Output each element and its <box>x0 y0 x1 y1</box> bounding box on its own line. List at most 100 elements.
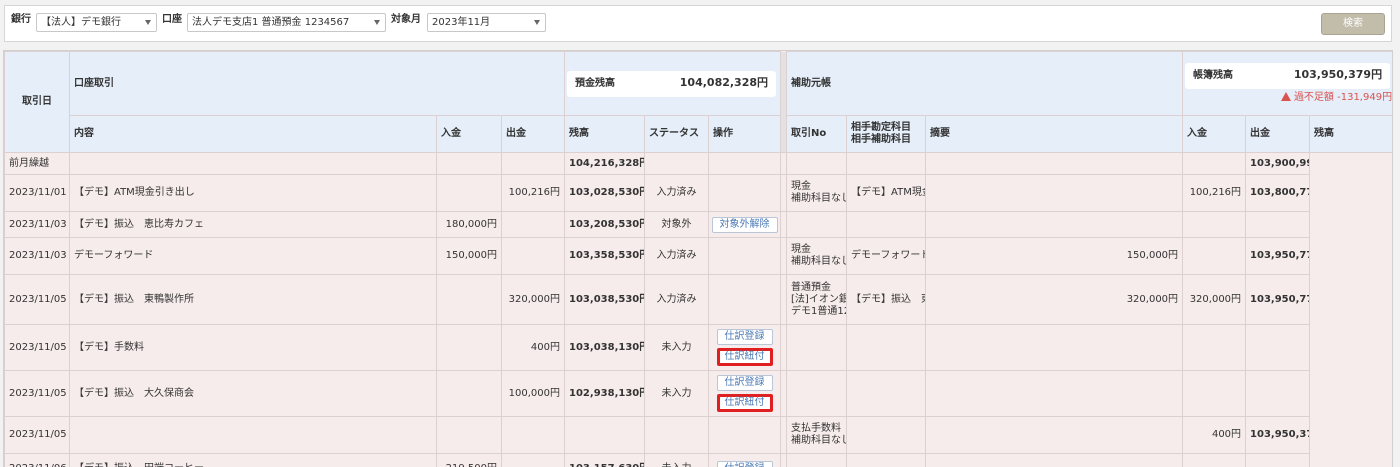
link-journal-button[interactable]: 仕訳紐付 <box>716 348 773 366</box>
col-header-r-out: 出金 <box>1245 115 1311 153</box>
account-select[interactable]: 法人デモ支店1 普通預金 1234567 <box>187 13 386 32</box>
month-select[interactable]: 2023年11月 <box>427 13 546 32</box>
chevron-down-icon <box>374 20 380 25</box>
row-status: 対象外 <box>644 211 710 238</box>
row-balance <box>564 416 646 454</box>
deposit-balance-box: 預金残高 104,082,328円 <box>567 70 777 97</box>
book-balance-box: 帳簿残高 103,950,379円 <box>1185 63 1391 89</box>
row-r-out <box>1182 324 1247 371</box>
shortage-warning-text: 過不足額 -131,949円 <box>1293 92 1393 103</box>
account-select-value: 法人デモ支店1 普通預金 1234567 <box>192 17 350 28</box>
row-status <box>644 152 710 175</box>
row-in: 219,500円 <box>436 453 502 467</box>
col-header-balance: 残高 <box>564 115 646 153</box>
row-counter-account <box>786 324 848 371</box>
book-balance-label: 帳簿残高 <box>1193 70 1234 81</box>
row-counter-account: 普通預金[法]イオン銀行デモ1普通12345 <box>786 274 848 325</box>
row-date: 2023/11/06 <box>4 453 70 467</box>
row-r-out <box>1182 370 1247 417</box>
row-out <box>500 453 566 467</box>
date-header: 取引日 <box>4 51 70 153</box>
row-r-out <box>1182 453 1247 467</box>
deposit-balance-label: 預金残高 <box>575 77 616 89</box>
row-status: 入力済み <box>644 174 710 212</box>
row-content: 【デモ】振込 東鴨製作所 <box>69 274 437 325</box>
row-r-in: 320,000円 <box>925 274 1184 325</box>
link-journal-button[interactable]: 仕訳紐付 <box>716 394 773 412</box>
row-status: 未入力 <box>644 370 710 417</box>
row-out: 100,000円 <box>500 370 566 417</box>
row-in <box>436 370 502 417</box>
register-journal-button[interactable]: 仕訳登録 <box>716 329 773 345</box>
register-journal-button[interactable]: 仕訳登録 <box>716 375 773 391</box>
month-select-value: 2023年11月 <box>432 17 491 28</box>
row-r-out: 320,000円 <box>1182 274 1247 325</box>
counter-account-line: 現金 <box>791 181 812 192</box>
chevron-down-icon <box>534 20 540 25</box>
row-counter-account <box>786 152 848 175</box>
row-r-balance <box>1245 324 1311 371</box>
row-r-in <box>925 370 1184 417</box>
col-header-r-in: 入金 <box>1182 115 1247 153</box>
row-balance: 103,038,530円 <box>564 274 646 325</box>
row-memo <box>846 416 927 454</box>
month-label: 対象月 <box>391 14 421 25</box>
right-section-title: 補助元帳 <box>786 51 1184 116</box>
unexclude-button[interactable]: 対象外解除 <box>711 216 778 233</box>
row-date: 2023/11/03 <box>4 237 70 275</box>
table-row: 2023/11/05163支払手数料補助科目なし400円103,950,379円 <box>4 416 1393 454</box>
col-header-content: 内容 <box>69 115 437 153</box>
row-in <box>436 416 502 454</box>
row-content: 【デモ】手数料 <box>69 324 437 371</box>
deposit-balance-cell: 預金残高 104,082,328円 <box>564 51 782 116</box>
row-out: 100,216円 <box>500 174 566 212</box>
bank-select[interactable]: 【法人】デモ銀行 <box>36 13 157 32</box>
search-button[interactable]: 検索 <box>1321 13 1385 35</box>
row-ops: 対象外解除 <box>708 211 782 238</box>
col-header-r-balance: 残高 <box>1309 115 1392 153</box>
row-status: 入力済み <box>644 274 710 325</box>
col-header-status: ステータス <box>644 115 710 153</box>
row-r-in <box>925 416 1184 454</box>
chevron-down-icon <box>145 20 151 25</box>
account-label: 口座 <box>162 14 182 25</box>
row-in <box>436 274 502 325</box>
row-content: 【デモ】ATM現金引き出し <box>69 174 437 212</box>
row-date: 2023/11/05 <box>4 324 70 371</box>
row-in <box>436 152 502 175</box>
row-r-out: 100,216円 <box>1182 174 1247 212</box>
row-out <box>500 152 566 175</box>
row-r-in <box>925 152 1184 175</box>
row-date: 2023/11/05 <box>4 274 70 325</box>
row-memo <box>846 453 927 467</box>
row-status: 入力済み <box>644 237 710 275</box>
row-memo <box>846 211 927 238</box>
col-header-counter-subaccount-label: 相手補助科目 <box>851 134 912 145</box>
row-r-in <box>925 453 1184 467</box>
row-r-balance <box>1245 370 1311 417</box>
counter-account-line: 補助科目なし <box>791 256 847 267</box>
row-counter-account: 支払手数料 補助科目なし <box>786 416 848 454</box>
row-r-balance <box>1245 453 1311 467</box>
table-row: 2023/11/05 【デモ】手数料 400円 103,038,130円 未入力 仕訳登録… <box>4 324 1393 371</box>
row-balance: 102,938,130円 <box>564 370 646 417</box>
row-in: 180,000円 <box>436 211 502 238</box>
row-out: 400円 <box>500 324 566 371</box>
row-ops: 仕訳登録 仕訳紐付 <box>708 370 782 417</box>
table-row: 2023/11/05 【デモ】振込 大久保商会 100,000円 102,938,13… <box>4 370 1393 417</box>
row-counter-account <box>786 211 848 238</box>
register-journal-button[interactable]: 仕訳登録 <box>716 460 773 467</box>
row-date: 前月繰越 <box>4 152 70 175</box>
warning-icon <box>1280 92 1291 101</box>
table-row: 2023/11/01 【デモ】ATM現金引き出し 100,216円 103,028,5… <box>4 174 1393 212</box>
row-content: 【デモ】振込 田端コーヒー <box>69 453 437 467</box>
row-r-balance: 103,950,379円 <box>1245 416 1311 454</box>
table-row: 2023/11/03 デモーフォワード 150,000円 103,358,530円 入力… <box>4 237 1393 275</box>
reconciliation-table: 取引日 口座取引 預金残高 104,082,328円 補助元帳 帳簿残高 103… <box>4 51 1393 467</box>
col-header-ops: 操作 <box>708 115 782 153</box>
row-out: 320,000円 <box>500 274 566 325</box>
filter-bar: 銀行 【法人】デモ銀行 口座 法人デモ支店1 普通預金 1234567 対象月 … <box>4 5 1392 42</box>
row-memo: 【デモ】振込 東鴨製作所 <box>846 274 927 325</box>
row-ops <box>708 174 782 212</box>
row-ops: 仕訳登録 <box>708 453 782 467</box>
